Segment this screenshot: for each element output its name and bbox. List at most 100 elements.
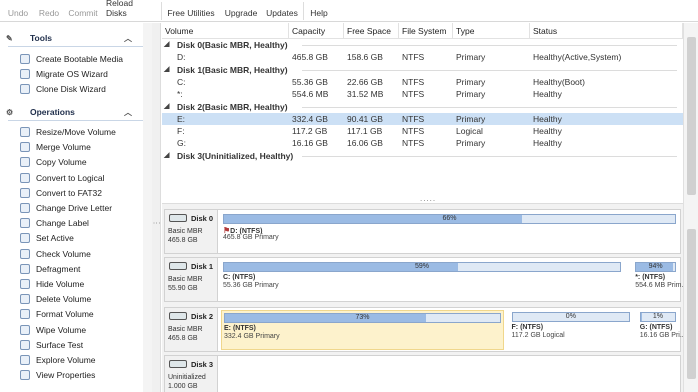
partition-desc: 465.8 GB Primary	[223, 234, 279, 241]
menu-item-change-label[interactable]: Change Label	[20, 216, 89, 230]
merge-icon	[20, 142, 30, 153]
hard-disk-icon	[169, 312, 187, 320]
reload-disks-button[interactable]: Reload Disks	[106, 0, 156, 22]
chevron-up-icon[interactable]: ︿	[124, 33, 132, 44]
table-row[interactable]: C: 55.36 GB 22.66 GB NTFS Primary Healthy(Boo…	[162, 76, 683, 88]
disk-map-disk-0[interactable]: Disk 0 Basic MBR 465.8 GB 66% ⚑D: (NTFS) 465.…	[164, 209, 681, 254]
menu-item-merge-volume[interactable]: Merge Volume	[20, 140, 91, 154]
row-divider	[302, 107, 677, 108]
menu-item-view-properties[interactable]: View Properties	[20, 368, 95, 382]
menu-item-label: Delete Volume	[36, 294, 92, 305]
convert-icon	[20, 187, 30, 198]
cell-status: Healthy(Boot)	[533, 77, 585, 87]
menu-item-delete-volume[interactable]: Delete Volume	[20, 292, 91, 306]
table-row[interactable]: *: 554.6 MB 31.52 MB NTFS Primary Healthy	[162, 88, 683, 100]
scrollbar-thumb[interactable]	[687, 37, 696, 195]
cell-volume: D:	[177, 52, 186, 62]
cell-volume: E:	[177, 114, 186, 124]
disk-size: 465.8 GB	[168, 335, 198, 342]
disk-group-row[interactable]: ◢ Disk 2(Basic MBR, Healthy)	[162, 101, 683, 113]
menu-item-migrate-os-wizard[interactable]: Migrate OS Wizard	[20, 67, 108, 81]
disk-map-disk-3[interactable]: Disk 3 Uninitialized 1.000 GB	[164, 355, 681, 392]
menu-item-hide-volume[interactable]: Hide Volume	[20, 277, 84, 291]
menu-item-resize-move-volume[interactable]: Resize/Move Volume	[20, 125, 116, 139]
column-header-type[interactable]: Type	[453, 23, 530, 39]
disk-size: 465.8 GB	[168, 237, 198, 244]
menu-item-wipe-volume[interactable]: Wipe Volume	[20, 323, 86, 337]
help-button[interactable]: Help	[308, 0, 330, 22]
menu-item-label: Explore Volume	[36, 355, 96, 365]
menu-item-check-volume[interactable]: Check Volume	[20, 247, 91, 261]
partition-block[interactable]: 0% F: (NTFS) 117.2 GB Logical	[510, 310, 633, 350]
partition-desc: 554.6 MB Prim...	[635, 282, 688, 289]
partition-block[interactable]: 66% ⚑D: (NTFS) 465.8 GB Primary	[221, 212, 678, 252]
undo-button[interactable]: Undo	[6, 0, 30, 22]
disk-name: Disk 2	[191, 312, 214, 321]
format-icon	[20, 309, 30, 320]
disk-name: Disk 0	[191, 214, 214, 223]
usage-bar: 73%	[224, 313, 501, 323]
disk-group-row[interactable]: ◢ Disk 1(Basic MBR, Healthy)	[162, 64, 683, 76]
menu-item-format-volume[interactable]: Format Volume	[20, 307, 94, 321]
menu-item-convert-to-logical[interactable]: Convert to Logical	[20, 171, 105, 185]
cell-type: Primary	[456, 77, 486, 87]
table-row[interactable]: D: 465.8 GB 158.6 GB NTFS Primary Healthy(Act…	[162, 51, 683, 63]
resize-handle[interactable]: .....	[420, 194, 436, 203]
partition-block[interactable]: 94% *: (NTFS) 554.6 MB Prim...	[633, 260, 687, 300]
disk-group-row[interactable]: ◢ Disk 0(Basic MBR, Healthy)	[162, 39, 683, 51]
free-utilities-button[interactable]: Free Utilities	[166, 0, 216, 22]
tools-section-header[interactable]: ✎ Tools ︿	[0, 30, 152, 46]
menu-item-create-bootable-media[interactable]: Create Bootable Media	[20, 52, 123, 66]
menu-item-label: View Properties	[36, 370, 96, 381]
header-label: Volume	[165, 25, 194, 36]
table-row[interactable]: F: 117.2 GB 117.1 GB NTFS Logical Healthy	[162, 125, 683, 137]
panel-splitter[interactable]: ⋮	[152, 23, 161, 392]
column-header-capacity[interactable]: Capacity	[289, 23, 344, 39]
disk-map-disk-2[interactable]: Disk 2 Basic MBR 465.8 GB 73% E: (NTFS) 332.4…	[164, 307, 686, 352]
partition-label: F: (NTFS)	[511, 324, 544, 331]
toolbar-divider	[303, 2, 304, 20]
menu-item-label: Change Label	[36, 218, 89, 229]
scrollbar-thumb[interactable]	[687, 229, 696, 379]
cell-volume: G:	[177, 138, 186, 148]
partition-block[interactable]: 1% G: (NTFS) 16.16 GB Pri...	[638, 310, 686, 350]
menu-item-clone-disk-wizard[interactable]: Clone Disk Wizard	[20, 82, 106, 96]
disk-map-disk-1[interactable]: Disk 1 Basic MBR 55.90 GB 59% C: (NTFS) 55.36…	[164, 257, 687, 302]
disk-type: Basic MBR	[168, 276, 203, 283]
chevron-up-icon[interactable]: ︿	[124, 107, 132, 118]
menu-item-change-drive-letter[interactable]: Change Drive Letter	[20, 201, 112, 215]
usage-bar: 0%	[511, 312, 631, 322]
partition-block[interactable]: 73% E: (NTFS) 332.4 GB Primary	[221, 310, 504, 350]
column-header-free-space[interactable]: Free Space	[344, 23, 399, 39]
menu-item-defragment[interactable]: Defragment	[20, 262, 80, 276]
cell-capacity: 554.6 MB	[292, 89, 329, 99]
disk-name: Disk 3	[191, 360, 214, 369]
operations-section-header[interactable]: ⚙ Operations ︿	[0, 104, 152, 120]
column-header-file-system[interactable]: File System	[399, 23, 453, 39]
updates-button[interactable]: Updates	[265, 0, 299, 22]
disk-map: Disk 0 Basic MBR 465.8 GB 66% ⚑D: (NTFS) 465.…	[162, 203, 687, 392]
triangle-down-icon: ◢	[164, 66, 170, 73]
redo-button[interactable]: Redo	[36, 0, 62, 22]
menu-item-set-active[interactable]: Set Active	[20, 231, 74, 245]
menu-item-label: Hide Volume	[36, 279, 85, 289]
column-header-status[interactable]: Status	[530, 23, 683, 39]
table-row[interactable]: E: 332.4 GB 90.41 GB NTFS Primary Healthy	[162, 113, 683, 125]
menu-item-label: Set Active	[36, 233, 74, 244]
partition-desc: 117.2 GB Logical	[511, 332, 565, 339]
menu-item-convert-to-fat32[interactable]: Convert to FAT32	[20, 186, 102, 200]
table-row[interactable]: G: 16.16 GB 16.06 GB NTFS Primary Healthy	[162, 137, 683, 149]
partition-name: G: (NTFS)	[640, 324, 673, 331]
cell-type: Primary	[456, 52, 486, 62]
right-scrollbar[interactable]	[683, 23, 698, 392]
menu-item-label: Resize/Move Volume	[36, 127, 116, 137]
menu-item-explore-volume[interactable]: Explore Volume	[20, 353, 96, 367]
menu-item-surface-test[interactable]: Surface Test	[20, 338, 83, 352]
disk-group-row[interactable]: ◢ Disk 3(Uninitialized, Healthy)	[162, 150, 683, 162]
commit-button[interactable]: Commit	[66, 0, 100, 22]
menu-item-copy-volume[interactable]: Copy Volume	[20, 155, 87, 169]
upgrade-button[interactable]: Upgrade	[224, 0, 258, 22]
left-scrollbar[interactable]	[143, 23, 152, 392]
partition-block[interactable]: 59% C: (NTFS) 55.36 GB Primary	[221, 260, 623, 300]
column-header-volume[interactable]: Volume	[162, 23, 289, 39]
